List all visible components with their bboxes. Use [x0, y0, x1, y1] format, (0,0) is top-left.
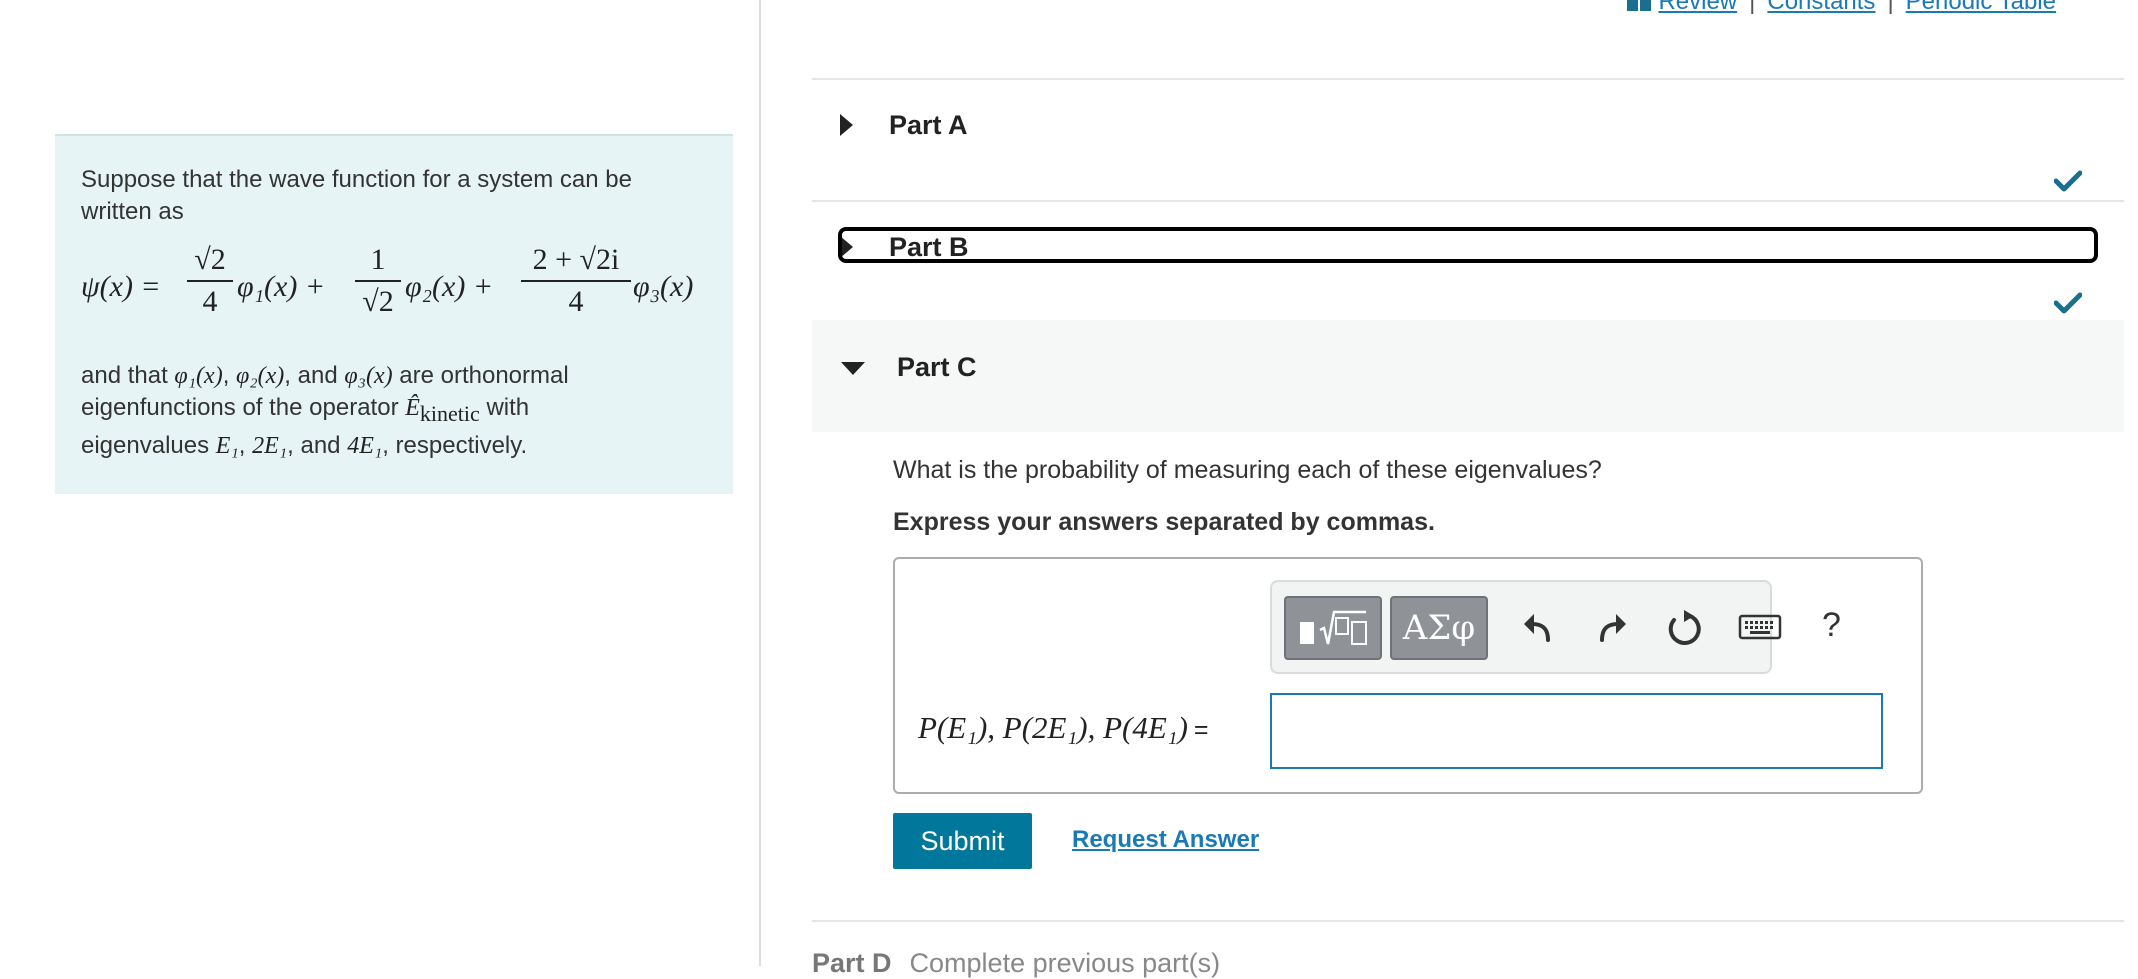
part-a-title: Part A [889, 110, 968, 140]
problem-line-3: eigenvalues E₁, 2E₁, and 4E₁, respective… [81, 431, 528, 459]
part-c-question: What is the probability of measuring eac… [893, 456, 1602, 484]
term2-numerator: 1 [370, 243, 386, 276]
problem-statement-panel: Suppose that the wave function for a sys… [55, 134, 733, 494]
kinetic-operator: Ê [405, 395, 420, 421]
term2-denominator: √2 [362, 285, 394, 318]
phi3: φ₃(x) [344, 363, 393, 389]
submit-button[interactable]: Submit [893, 813, 1032, 869]
part-d-header: Part D Complete previous part(s) [812, 948, 1220, 979]
eigenvalue-2e1: 2E₁ [252, 432, 288, 459]
wave-function-equation: ψ(x) = √2 4 φ₁(x) + 1 √2 φ₂(x) + 2 + √2i… [81, 236, 707, 354]
divider-top [812, 78, 2124, 80]
phi1: φ₁(x) [174, 363, 223, 389]
term1-function: φ₁(x) + [237, 270, 326, 303]
equation-lhs: ψ(x) = [81, 270, 161, 303]
eigenvalue-4e1: 4E₁ [347, 432, 383, 459]
constants-link[interactable]: Constants [1767, 0, 1875, 15]
term1-numerator: √2 [194, 243, 226, 276]
templates-button[interactable] [1284, 596, 1382, 660]
check-icon [2054, 292, 2082, 314]
answer-input[interactable] [1270, 693, 1883, 769]
reset-icon[interactable] [1664, 608, 1704, 648]
column-divider [759, 0, 761, 966]
fraction-term3: 2 + √2i 4 [521, 242, 631, 320]
part-a-header[interactable]: Part A [812, 82, 2124, 200]
review-link[interactable]: Review [1658, 0, 1737, 15]
phi2: φ₂(x) [236, 363, 285, 389]
problem-line-2: eigenfunctions of the operator Êkinetic … [81, 394, 530, 426]
periodic-table-link[interactable]: Periodic Table [1906, 0, 2056, 15]
keyboard-icon[interactable] [1738, 612, 1782, 642]
collapse-arrow-icon [841, 362, 865, 375]
check-icon [2054, 170, 2082, 192]
fraction-term1: √2 4 [187, 242, 233, 320]
expand-arrow-icon [840, 114, 853, 136]
undo-icon[interactable] [1518, 608, 1558, 648]
part-d-status: Complete previous part(s) [909, 948, 1221, 978]
greek-symbols-button[interactable]: ΑΣφ [1390, 596, 1488, 660]
fraction-term2: 1 √2 [355, 242, 401, 320]
divider-c-d [812, 920, 2124, 922]
templates-icon [1300, 610, 1367, 645]
eigenvalue-e1: E₁ [215, 432, 239, 459]
part-c-instruction: Express your answers separated by commas… [893, 508, 1435, 536]
problem-line-1: and that φ₁(x), φ₂(x), and φ₃(x) are ort… [81, 362, 569, 389]
redo-icon[interactable] [1592, 608, 1632, 648]
resource-links: Review | Constants | Periodic Table [1626, 0, 2056, 16]
math-toolbar: ΑΣφ ? [1270, 580, 1841, 674]
part-b-focus-outline [838, 227, 2098, 263]
term2-function: φ₂(x) + [405, 270, 494, 303]
answer-label: P(E₁), P(2E₁), P(4E₁) = [918, 710, 1209, 745]
request-answer-link[interactable]: Request Answer [1072, 826, 1259, 854]
book-icon [1627, 0, 1652, 11]
part-c-header[interactable]: Part C [812, 320, 2124, 432]
term3-function: φ₃(x) [633, 270, 694, 303]
part-d-title: Part D [812, 948, 892, 978]
problem-intro: Suppose that the wave function for a sys… [81, 166, 632, 225]
help-button[interactable]: ? [1822, 606, 1841, 645]
term3-denominator: 4 [568, 285, 584, 318]
part-c-title: Part C [897, 352, 977, 382]
kinetic-subscript: kinetic [419, 400, 480, 426]
term3-numerator: 2 + √2i [532, 243, 620, 276]
term1-denominator: 4 [202, 285, 218, 318]
